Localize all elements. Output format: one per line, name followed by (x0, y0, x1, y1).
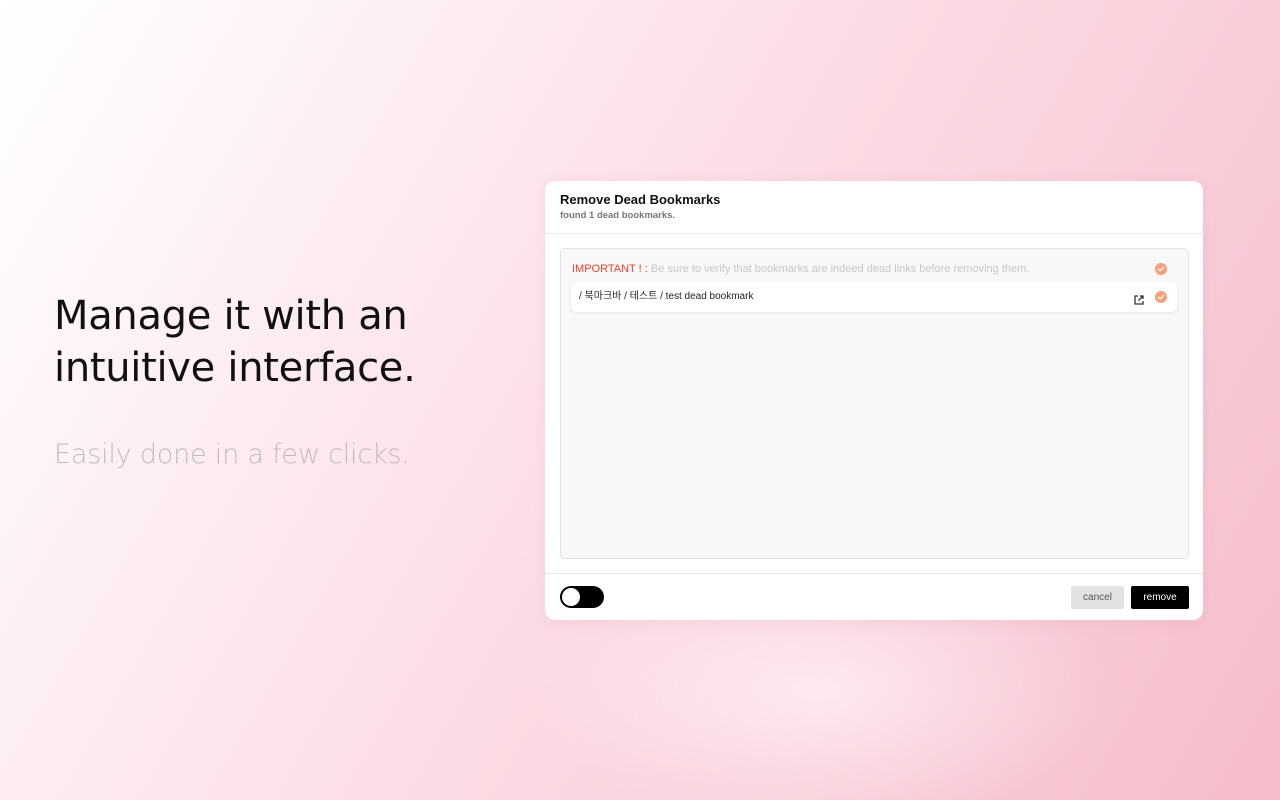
dialog-header: Remove Dead Bookmarks found 1 dead bookm… (545, 181, 1203, 234)
dead-bookmark-list: IMPORTANT ! : Be sure to verify that boo… (560, 248, 1189, 559)
check-circle-icon[interactable] (1155, 291, 1167, 303)
promo-headline: Manage it with an intuitive interface. (54, 293, 416, 391)
dialog-subtitle: found 1 dead bookmarks. (560, 210, 676, 221)
important-notice: IMPORTANT ! : Be sure to verify that boo… (572, 261, 1177, 277)
promo-subline: Easily done in a few clicks. (54, 439, 410, 470)
bookmark-path: / 북마크바 / 테스트 / test dead bookmark (579, 291, 754, 302)
check-circle-icon[interactable] (1155, 263, 1167, 275)
notice-text: Be sure to verify that bookmarks are ind… (650, 263, 1030, 275)
cancel-button[interactable]: cancel (1071, 586, 1124, 609)
list-item[interactable]: / 북마크바 / 테스트 / test dead bookmark (571, 282, 1177, 312)
remove-button[interactable]: remove (1131, 586, 1189, 609)
dialog-footer: cancel remove (545, 573, 1203, 620)
remove-dead-bookmarks-dialog: Remove Dead Bookmarks found 1 dead bookm… (545, 181, 1203, 620)
mode-toggle[interactable] (560, 586, 604, 608)
dialog-title: Remove Dead Bookmarks (560, 192, 721, 207)
notice-label: IMPORTANT ! : (572, 263, 648, 275)
toggle-knob (562, 588, 580, 606)
external-link-icon[interactable] (1133, 291, 1145, 305)
